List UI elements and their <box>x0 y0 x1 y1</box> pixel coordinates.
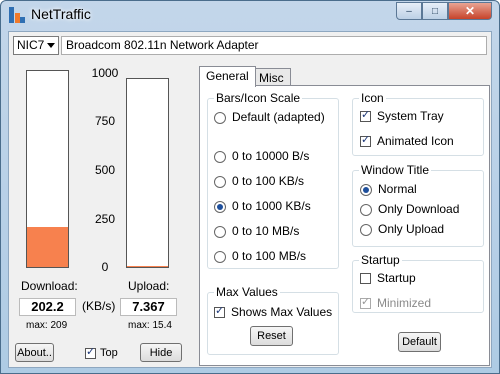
download-label: Download: <box>21 279 78 293</box>
nic-selected-value: NIC7 <box>17 38 45 52</box>
radio-only-download[interactable] <box>360 203 372 216</box>
tab-general[interactable]: General <box>199 66 256 87</box>
max-values-title: Max Values <box>216 285 278 299</box>
download-meter-fill <box>27 227 68 267</box>
scale-label-750: 750 <box>94 114 116 128</box>
startup-box[interactable] <box>360 273 371 285</box>
shows-max-values-checkbox[interactable]: Shows Max Values <box>214 304 333 319</box>
adapter-name-field: Broadcom 802.11n Network Adapter <box>61 36 487 55</box>
top-checkbox-label: Top <box>100 347 118 359</box>
title-option-only-download-label: Only Download <box>378 202 460 216</box>
scale-label-250: 250 <box>94 212 116 226</box>
reset-button[interactable]: Reset <box>250 326 293 346</box>
maximize-button[interactable]: □ <box>422 2 448 20</box>
scale-option-100mbs-label: 0 to 100 MB/s <box>232 249 307 263</box>
download-meter <box>26 70 69 268</box>
scale-label-0: 0 <box>101 260 109 274</box>
default-button[interactable]: Default <box>398 332 441 352</box>
unit-label: (KB/s) <box>82 299 116 313</box>
system-tray-checkbox[interactable]: System Tray <box>360 108 444 123</box>
upload-label: Upload: <box>128 279 170 293</box>
window-title-group-title: Window Title <box>361 163 430 177</box>
scale-option-10mbs[interactable]: 0 to 10 MB/s <box>214 224 299 238</box>
chevron-down-icon <box>47 43 55 48</box>
general-tab-panel: Bars/Icon Scale Default (adapted) 0 to 1… <box>199 85 490 366</box>
shows-max-values-box[interactable] <box>214 304 225 319</box>
radio-normal[interactable] <box>360 183 372 196</box>
radio-10mbs[interactable] <box>214 225 226 238</box>
animated-icon-label: Animated Icon <box>377 134 454 148</box>
minimized-box[interactable] <box>360 295 371 310</box>
scale-label-1000: 1000 <box>91 66 119 80</box>
title-option-only-upload-label: Only Upload <box>378 222 445 236</box>
scale-option-10000bs[interactable]: 0 to 10000 B/s <box>214 149 309 163</box>
radio-default[interactable] <box>214 111 226 124</box>
scale-option-1000kbs-label: 0 to 1000 KB/s <box>232 199 311 213</box>
scale-label-500: 500 <box>94 163 116 177</box>
startup-label: Startup <box>377 271 416 285</box>
scale-option-100kbs-label: 0 to 100 KB/s <box>232 174 305 188</box>
upload-meter-fill <box>127 265 168 267</box>
scale-option-default[interactable]: Default (adapted) <box>214 110 325 124</box>
scale-option-10mbs-label: 0 to 10 MB/s <box>232 224 300 238</box>
radio-100mbs[interactable] <box>214 250 226 263</box>
scale-option-default-label: Default (adapted) <box>232 110 325 124</box>
radio-only-upload[interactable] <box>360 223 372 236</box>
scale-group-title: Bars/Icon Scale <box>216 91 301 105</box>
top-checkbox-box[interactable] <box>85 345 96 359</box>
download-max: max: 209 <box>26 320 68 331</box>
nic-dropdown[interactable]: NIC7 <box>13 36 59 55</box>
about-button[interactable]: About.. <box>15 343 54 362</box>
title-option-only-upload[interactable]: Only Upload <box>360 222 444 236</box>
scale-option-100mbs[interactable]: 0 to 100 MB/s <box>214 249 306 263</box>
radio-100kbs[interactable] <box>214 175 226 188</box>
minimize-button[interactable]: ‒ <box>396 2 422 20</box>
upload-max: max: 15.4 <box>128 320 172 331</box>
tab-misc[interactable]: Misc <box>252 68 291 86</box>
radio-10000bs[interactable] <box>214 150 226 163</box>
window-title: NetTraffic <box>31 6 91 22</box>
icon-group-title: Icon <box>361 91 384 105</box>
startup-checkbox[interactable]: Startup <box>360 271 416 285</box>
nettraffic-window: NetTraffic ‒ □ ✕ NIC7 Broadcom 802.11n N… <box>0 0 500 374</box>
top-checkbox[interactable]: Top <box>85 345 118 359</box>
minimized-checkbox[interactable]: Minimized <box>360 295 432 310</box>
hide-button[interactable]: Hide <box>140 343 182 362</box>
animated-icon-checkbox[interactable]: Animated Icon <box>360 133 454 148</box>
title-option-only-download[interactable]: Only Download <box>360 202 459 216</box>
client-area: NIC7 Broadcom 802.11n Network Adapter 10… <box>8 31 492 368</box>
upload-meter <box>126 78 169 268</box>
title-bar[interactable]: NetTraffic ‒ □ ✕ <box>1 1 499 29</box>
scale-option-100kbs[interactable]: 0 to 100 KB/s <box>214 174 304 188</box>
download-value: 202.2 <box>19 298 76 316</box>
upload-value: 7.367 <box>120 298 177 316</box>
startup-group-title: Startup <box>361 253 400 267</box>
app-icon <box>9 7 25 23</box>
radio-1000kbs[interactable] <box>214 200 226 213</box>
animated-icon-box[interactable] <box>360 133 371 148</box>
title-option-normal-label: Normal <box>378 182 417 196</box>
scale-option-10000bs-label: 0 to 10000 B/s <box>232 149 310 163</box>
shows-max-values-label: Shows Max Values <box>231 305 333 319</box>
close-button[interactable]: ✕ <box>448 2 492 20</box>
scale-option-1000kbs[interactable]: 0 to 1000 KB/s <box>214 199 311 213</box>
title-option-normal[interactable]: Normal <box>360 182 417 196</box>
minimized-label: Minimized <box>377 296 432 310</box>
caption-buttons: ‒ □ ✕ <box>396 2 492 21</box>
system-tray-label: System Tray <box>377 109 444 123</box>
system-tray-box[interactable] <box>360 108 371 123</box>
